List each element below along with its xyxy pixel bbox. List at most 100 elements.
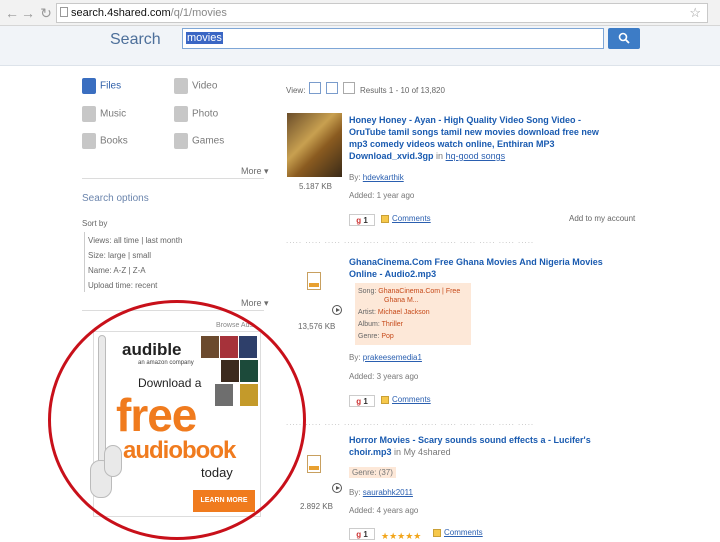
more-options-link[interactable]: More ▾ (241, 298, 269, 309)
video-icon (174, 78, 188, 94)
comments-link[interactable]: Comments (444, 528, 483, 537)
song-row: Artist: Michael Jackson (358, 309, 430, 316)
google-plus-button[interactable]: g 1 (349, 395, 375, 407)
file-size: 13,576 KB (298, 322, 336, 331)
uploader-link[interactable]: hdevkarthik (363, 173, 404, 182)
google-plus-button[interactable]: g 1 (349, 528, 375, 540)
video-thumbnail[interactable] (287, 113, 342, 177)
rating-stars[interactable]: ★★★★★ (381, 531, 421, 542)
added-time: Added: 4 years ago (349, 506, 419, 515)
added-time: Added: 1 year ago (349, 191, 415, 200)
sort-option-name[interactable]: Name: A-Z | Z-A (88, 266, 146, 275)
comment-icon (381, 215, 389, 223)
title-line: Online - Audio2.mp3 (349, 269, 437, 279)
category-books[interactable]: Books (82, 133, 128, 149)
song-key: Song: (358, 288, 377, 295)
music-icon (82, 106, 96, 122)
comments-link[interactable]: Comments (392, 214, 431, 223)
gamepad-icon (174, 133, 188, 149)
result-title[interactable]: GhanaCinema.Com Free Ghana Movies And Ni… (349, 256, 603, 280)
search-input[interactable]: movies (182, 28, 604, 49)
forward-icon[interactable]: → (20, 5, 36, 21)
preview-view-icon[interactable] (343, 82, 355, 94)
by-label: By: (349, 173, 361, 182)
uploader-link[interactable]: prakeesemedia1 (363, 353, 422, 362)
sort-option-upload[interactable]: Upload time: recent (88, 281, 157, 290)
gplus-count: 1 (363, 397, 368, 406)
folder-link[interactable]: hq-good songs (446, 151, 506, 161)
song-key: Album: (358, 321, 380, 328)
song-value: Pop (381, 333, 394, 340)
sort-option-views[interactable]: Views: all time | last month (88, 236, 182, 245)
comments-link[interactable]: Comments (392, 395, 431, 404)
divider (82, 178, 264, 179)
song-value: Ghana M... (384, 297, 419, 304)
separator: ..... ..... ..... ..... ..... ..... ....… (286, 418, 535, 427)
genre-label: Genre: (37) (349, 467, 396, 478)
search-header: Search movies (0, 26, 720, 66)
options-bar (84, 232, 85, 292)
address-bar[interactable]: search.4shared.com/q/1/movies ☆ (56, 3, 708, 23)
url-path: /q/1/movies (170, 7, 227, 19)
category-music[interactable]: Music (82, 106, 126, 122)
grid-view-icon[interactable] (309, 82, 321, 94)
comment-icon (381, 396, 389, 404)
song-value: Thriller (381, 321, 404, 328)
add-to-account-link[interactable]: Add to my account (569, 214, 635, 223)
category-photo[interactable]: Photo (174, 106, 218, 122)
more-label: More (241, 166, 262, 176)
category-label: Files (100, 80, 122, 92)
category-games[interactable]: Games (174, 133, 224, 149)
song-key: Genre: (358, 333, 380, 340)
category-label: Music (100, 108, 127, 120)
google-plus-button[interactable]: g 1 (349, 214, 375, 226)
book-icon (82, 133, 96, 149)
back-icon[interactable]: ← (4, 5, 20, 21)
song-row: Genre: Pop (358, 333, 394, 340)
title-line: Download_xvid.3gp in hq-good songs (349, 150, 599, 162)
list-view-icon[interactable] (326, 82, 338, 94)
more-categories-link[interactable]: More ▾ (241, 166, 269, 177)
category-label: Video (192, 80, 218, 92)
search-query: movies (186, 32, 223, 44)
song-key: Artist: (358, 309, 376, 316)
category-files[interactable]: Files (82, 78, 121, 94)
uploader: By: saurabhk2011 (349, 488, 413, 497)
mp3-file-icon (307, 272, 321, 290)
uploader-link[interactable]: saurabhk2011 (363, 488, 413, 497)
song-row: Album: Thriller (358, 321, 403, 328)
result-title[interactable]: Horror Movies - Scary sounds sound effec… (349, 434, 591, 458)
title-line: Honey Honey - Ayan - High Quality Video … (349, 115, 582, 125)
url-host: search.4shared.com (71, 7, 171, 19)
title-line: mp3 comedy videos watch online, Enthiran… (349, 139, 555, 149)
more-label: More (241, 298, 262, 308)
file-icon (82, 78, 96, 94)
category-video[interactable]: Video (174, 78, 217, 94)
folder-link[interactable]: My 4shared (404, 447, 451, 457)
bookmark-star-icon[interactable]: ☆ (689, 4, 701, 22)
play-icon[interactable] (332, 305, 342, 315)
sort-option-size[interactable]: Size: large | small (88, 251, 151, 260)
title-line: GhanaCinema.Com Free Ghana Movies And Ni… (349, 257, 603, 267)
file-size: 2.892 KB (300, 502, 333, 511)
added-time: Added: 3 years ago (349, 372, 419, 381)
title-line: choir.mp3 in My 4shared (349, 446, 591, 458)
search-options-title: Search options (82, 193, 149, 204)
photo-icon (174, 106, 188, 122)
title-line-text: choir.mp3 (349, 447, 392, 457)
result-title[interactable]: Honey Honey - Ayan - High Quality Video … (349, 114, 599, 162)
song-value: Michael Jackson (377, 309, 430, 316)
uploader: By: prakeesemedia1 (349, 353, 422, 362)
search-icon (618, 32, 630, 44)
gplus-count: 1 (363, 216, 368, 225)
gplus-count: 1 (363, 530, 368, 539)
category-label: Games (192, 135, 225, 147)
sort-by-label: Sort by (82, 219, 108, 228)
search-label: Search (110, 31, 161, 48)
song-value: GhanaCinema.Com | Free (378, 288, 461, 295)
search-button[interactable] (608, 28, 640, 49)
play-icon[interactable] (332, 483, 342, 493)
reload-icon[interactable]: ↻ (38, 5, 54, 21)
mp3-file-icon (307, 455, 321, 473)
uploader: By: hdevkarthik (349, 173, 404, 182)
